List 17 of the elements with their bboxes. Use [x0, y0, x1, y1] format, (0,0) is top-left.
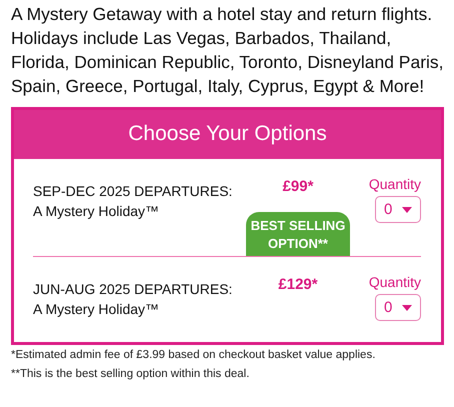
quantity-dropdown[interactable]: 0 [375, 294, 421, 321]
quantity-dropdown[interactable]: 0 [375, 196, 421, 223]
product-name: A Mystery Holiday™ [33, 300, 160, 319]
departures-label: JUN-AUG 2025 DEPARTURES: [33, 280, 234, 299]
quantity-label: Quantity [368, 176, 421, 193]
best-selling-badge: BEST SELLING OPTION** [246, 212, 350, 256]
footnote-text: **This is the best selling option within this deal. [11, 367, 250, 382]
caret-icon [402, 206, 412, 212]
description-text: A Mystery Getaway with a hotel stay and return flights. Holidays include Las Vegas, Barbados, Thailand, Florida, Dominican Republic, Toronto, Disneyland Paris, Spain, Greece, Portugal, Italy, Cyprus, Egypt & More! [11, 3, 444, 98]
footnote-text: *Estimated admin fee of £3.99 based on checkout basket value applies. [11, 348, 376, 363]
departures-label: SEP-DEC 2025 DEPARTURES: [33, 182, 234, 201]
caret-icon [402, 304, 412, 310]
quantity-label: Quantity [368, 274, 421, 291]
price-text: £129* [278, 276, 318, 293]
product-name: A Mystery Holiday™ [33, 202, 160, 221]
price-text: £99* [282, 178, 314, 195]
options-title: Choose Your Options [14, 110, 441, 159]
